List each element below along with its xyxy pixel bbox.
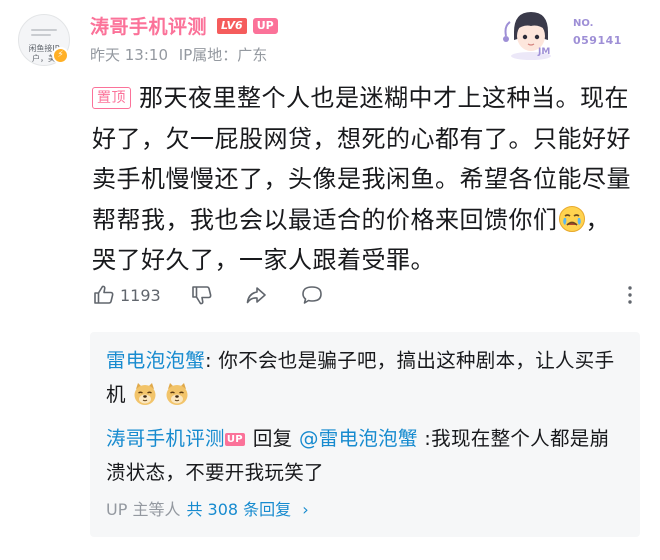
like-count: 1193 bbox=[120, 285, 161, 305]
avatar-doc-line bbox=[31, 34, 51, 36]
action-bar: 1193 bbox=[92, 283, 642, 311]
reply-item: 雷电泡泡蟹: 你不会也是骗子吧，搞出这种剧本，让人买手机 bbox=[106, 344, 626, 412]
name-row: 涛哥手机评测 LV6 UP bbox=[90, 12, 278, 39]
reply-count-link[interactable]: 共 308 条回复 bbox=[186, 500, 291, 519]
share-icon bbox=[246, 287, 266, 304]
dislike-button[interactable] bbox=[190, 283, 214, 307]
fan-card-character-icon[interactable]: JM bbox=[500, 6, 562, 60]
more-icon bbox=[628, 286, 632, 304]
lightning-icon: ⚡ bbox=[52, 47, 69, 64]
chevron-right-icon: › bbox=[302, 500, 309, 519]
reply-button[interactable] bbox=[300, 283, 324, 307]
reply-author[interactable]: 涛哥手机评测 bbox=[106, 427, 225, 450]
pinned-tag: 置顶 bbox=[92, 87, 131, 109]
reply-item: 涛哥手机评测 UP 回复 @雷电泡泡蟹 :我现在整个人都是崩溃状态，不要开我玩笑了 bbox=[106, 422, 626, 490]
deco-number: 059141 bbox=[573, 34, 622, 47]
crying-face-emoji bbox=[558, 205, 585, 232]
avatar-doc-line bbox=[31, 29, 57, 31]
username[interactable]: 涛哥手机评测 bbox=[90, 12, 207, 39]
ip-location: IP属地：广东 bbox=[178, 46, 268, 64]
more-button[interactable] bbox=[618, 283, 642, 307]
deco-initials: JM bbox=[537, 47, 550, 57]
thumbs-down-icon bbox=[192, 286, 212, 305]
up-badge: UP bbox=[224, 433, 245, 446]
reply-author[interactable]: 雷电泡泡蟹 bbox=[106, 349, 205, 372]
reply-list: 雷电泡泡蟹: 你不会也是骗子吧，搞出这种剧本，让人买手机 涛哥手机评测 UP 回复 … bbox=[90, 332, 640, 537]
up-badge: UP bbox=[252, 17, 278, 34]
comment-meta: 昨天 13:10 IP属地：广东 bbox=[90, 44, 273, 65]
comment-text-part-1: 那天夜里整个人也是迷糊中才上这种当。现在好了，欠一屁股网贷，想死的心都有了。只能… bbox=[92, 84, 631, 234]
mention-link[interactable]: @雷电泡泡蟹 bbox=[299, 427, 418, 450]
view-more-replies[interactable]: UP 主等人共 308 条回复 › bbox=[106, 496, 309, 520]
level-badge: LV6 bbox=[217, 17, 247, 34]
reply-separator: : bbox=[205, 349, 219, 372]
share-button[interactable] bbox=[244, 283, 268, 307]
doge-emoji bbox=[134, 383, 156, 405]
doge-emoji bbox=[166, 383, 188, 405]
comment-content: 置顶 那天夜里整个人也是迷糊中才上这种当。现在好了，欠一屁股网贷，想死的心都有了。… bbox=[92, 78, 632, 281]
comment-time: 昨天 13:10 bbox=[90, 46, 168, 64]
comment-icon bbox=[302, 286, 322, 304]
like-button[interactable]: 1193 bbox=[92, 283, 161, 307]
thumbs-up-icon bbox=[94, 285, 114, 304]
deco-number-label: NO. bbox=[573, 18, 594, 29]
more-replies-prefix: UP 主等人 bbox=[106, 500, 181, 519]
reply-word: 回复 bbox=[252, 427, 299, 450]
